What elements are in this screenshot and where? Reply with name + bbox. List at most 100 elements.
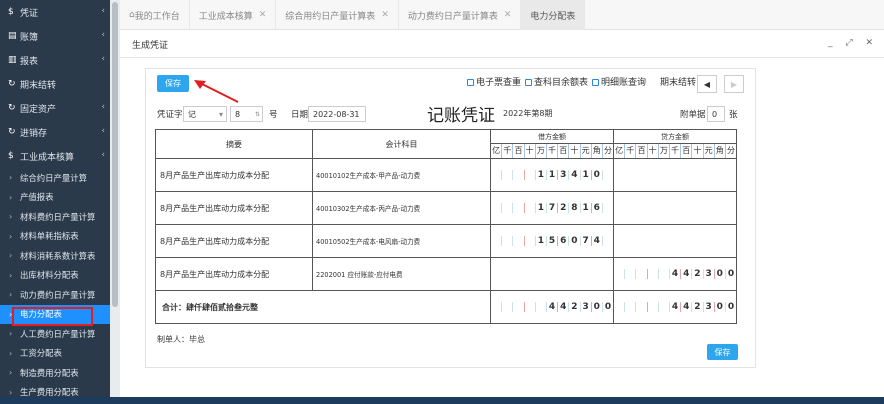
voucher-number-label: 号 <box>269 110 278 120</box>
debit-cell[interactable]: 156074 <box>490 224 614 258</box>
amount-digit: 4 <box>681 302 693 312</box>
sidebar-subitem-3[interactable]: › 材料单耗指标表 <box>0 227 110 247</box>
chevron-left-icon: ‹ <box>101 54 105 64</box>
sidebar-item-4[interactable]: ↻ 固定资产 ‹ <box>0 96 110 120</box>
save-button[interactable]: 保存 <box>157 75 189 92</box>
sidebar-subitem-1[interactable]: › 产值报表 <box>0 188 110 208</box>
digit-unit: 元 <box>581 144 592 158</box>
sidebar-subitem-2[interactable]: › 材料费约日产量计算 <box>0 207 110 227</box>
asset-icon: ↻ <box>8 103 16 113</box>
date-label: 日期 <box>291 110 309 120</box>
next-button[interactable]: ▶ <box>724 75 744 93</box>
debit-cell[interactable]: 172816 <box>490 191 614 225</box>
chevron-left-icon: ‹ <box>101 150 105 160</box>
account-cell[interactable]: 40010102生产成本-甲产品-动力费 <box>312 158 491 192</box>
tab-2[interactable]: 综合用约日产量计算表 ✕ <box>276 0 399 30</box>
sidebar-subitem-6[interactable]: › 动力费约日产量计算 <box>0 285 110 305</box>
date-input[interactable]: 2022-08-31 <box>308 106 366 122</box>
amount-digit: 4 <box>681 269 693 279</box>
summary-cell[interactable]: 8月产品生产出库动力成本分配 <box>155 158 313 192</box>
sidebar-subitem-label: 制造费用分配表 <box>20 367 79 378</box>
amount-digit <box>603 236 613 246</box>
link-ledger-query[interactable]: 明细账查询 <box>592 75 646 88</box>
sidebar-subitem-8[interactable]: › 人工费约日产量计算 <box>0 324 110 344</box>
debit-cell[interactable]: 113410 <box>490 158 614 192</box>
amount-digit: 7 <box>547 203 559 213</box>
amount-digit: 1 <box>581 203 592 213</box>
sidebar-subitem-0[interactable]: › 综合约日产量计算 <box>0 168 110 188</box>
sidebar-subitem-9[interactable]: › 工资分配表 <box>0 344 110 364</box>
chevron-right-icon: › <box>9 270 13 280</box>
link-invoice-check[interactable]: 电子票查重 <box>467 75 521 88</box>
sidebar-subitem-label: 综合约日产量计算 <box>20 172 87 183</box>
credit-cell[interactable] <box>613 224 737 258</box>
total-credit-cell[interactable]: 442300 <box>613 290 737 324</box>
sidebar-item-5[interactable]: ↻ 进销存 ‹ <box>0 120 110 144</box>
amount-digit <box>513 302 525 312</box>
sidebar-scrollbar[interactable] <box>110 0 120 404</box>
close-icon[interactable]: ✕ <box>381 10 389 20</box>
amount-digit <box>502 236 514 246</box>
sidebar-item-1[interactable]: ▤ 账簿 ‹ <box>0 24 110 48</box>
chevron-left-icon: ‹ <box>101 102 105 112</box>
amount-digit <box>536 302 547 312</box>
digit-unit: 百 <box>681 144 693 158</box>
summary-cell[interactable]: 8月产品生产出库动力成本分配 <box>155 257 313 291</box>
digit-unit: 十 <box>569 144 581 158</box>
dialog-title: 生成凭证 <box>132 40 169 51</box>
bottom-save-button[interactable]: 保存 <box>707 344 738 360</box>
chevron-left-icon: ‹ <box>101 6 105 16</box>
amount-digit: 0 <box>715 302 726 312</box>
sidebar-subitem-4[interactable]: › 材料消耗系数计算表 <box>0 246 110 266</box>
tab-3[interactable]: 动力费约日产量计算表 ✕ <box>399 0 522 30</box>
period-close-link[interactable]: 期末结转 <box>660 75 696 88</box>
account-cell[interactable]: 2202001 应付账款-应付电费 <box>312 257 491 291</box>
amount-digit <box>625 269 637 279</box>
chevron-right-icon: › <box>9 290 13 300</box>
total-debit-cell[interactable]: 442300 <box>490 290 614 324</box>
attach-count-input[interactable]: 0 <box>707 106 725 122</box>
summary-cell[interactable]: 8月产品生产出库动力成本分配 <box>155 224 313 258</box>
book-icon: ▤ <box>8 31 17 41</box>
prev-button[interactable]: ◀ <box>697 75 717 93</box>
digit-unit: 角 <box>592 144 603 158</box>
window-controls[interactable]: _ ⤢ ✕ <box>828 38 878 48</box>
tab-1[interactable]: 工业成本核算 ✕ <box>190 0 277 30</box>
amount-digit: 3 <box>558 170 570 180</box>
close-icon[interactable]: ✕ <box>504 10 512 20</box>
preparer: 制单人：毕总 <box>157 335 205 344</box>
amount-digit: 4 <box>547 302 559 312</box>
close-icon[interactable]: ✕ <box>259 10 267 20</box>
summary-header: 摘要 <box>155 129 313 159</box>
credit-cell[interactable]: 442300 <box>613 257 737 291</box>
voucher-number-stepper[interactable]: 8 ⇅ <box>230 106 263 122</box>
digit-unit: 元 <box>704 144 715 158</box>
red-arrow-annotation <box>194 80 239 103</box>
summary-cell[interactable]: 8月产品生产出库动力成本分配 <box>155 191 313 225</box>
sidebar-item-0[interactable]: $ 凭证 ‹ <box>0 0 110 24</box>
sidebar-item-2[interactable]: ▥ 报表 ‹ <box>0 48 110 72</box>
voucher-word-select[interactable]: 记 ▾ <box>183 106 227 122</box>
amount-digit: 0 <box>715 269 726 279</box>
account-cell[interactable]: 40010302生产成本-丙产品-动力费 <box>312 191 491 225</box>
sidebar-item-6[interactable]: $ 工业成本核算 ‹ <box>0 144 110 168</box>
credit-cell[interactable] <box>613 191 737 225</box>
sidebar-subitem-10[interactable]: › 制造费用分配表 <box>0 363 110 383</box>
chevron-right-icon: › <box>9 251 13 261</box>
link-account-balance[interactable]: 查科目余额表 <box>525 75 588 88</box>
sidebar-subitem-label: 材料费约日产量计算 <box>20 211 96 222</box>
amount-digit: 6 <box>558 236 570 246</box>
credit-cell[interactable] <box>613 158 737 192</box>
amount-digit <box>659 302 670 312</box>
sidebar-item-3[interactable]: ↻ 期末结转 <box>0 72 110 96</box>
sidebar-subitem-5[interactable]: › 出库材料分配表 <box>0 266 110 286</box>
amount-digit <box>659 269 670 279</box>
debit-cell[interactable] <box>490 257 614 291</box>
sidebar-item-label: 进销存 <box>20 128 48 139</box>
account-cell[interactable]: 40010502生产成本-电风扇-动力费 <box>312 224 491 258</box>
digit-unit: 分 <box>726 146 735 155</box>
tab-4[interactable]: 电力分配表 <box>521 0 586 30</box>
sidebar-subitem-label: 产值报表 <box>20 192 54 203</box>
tab-0[interactable]: ⌂ 我的工作台 <box>120 0 190 30</box>
amount-digit <box>636 269 648 279</box>
